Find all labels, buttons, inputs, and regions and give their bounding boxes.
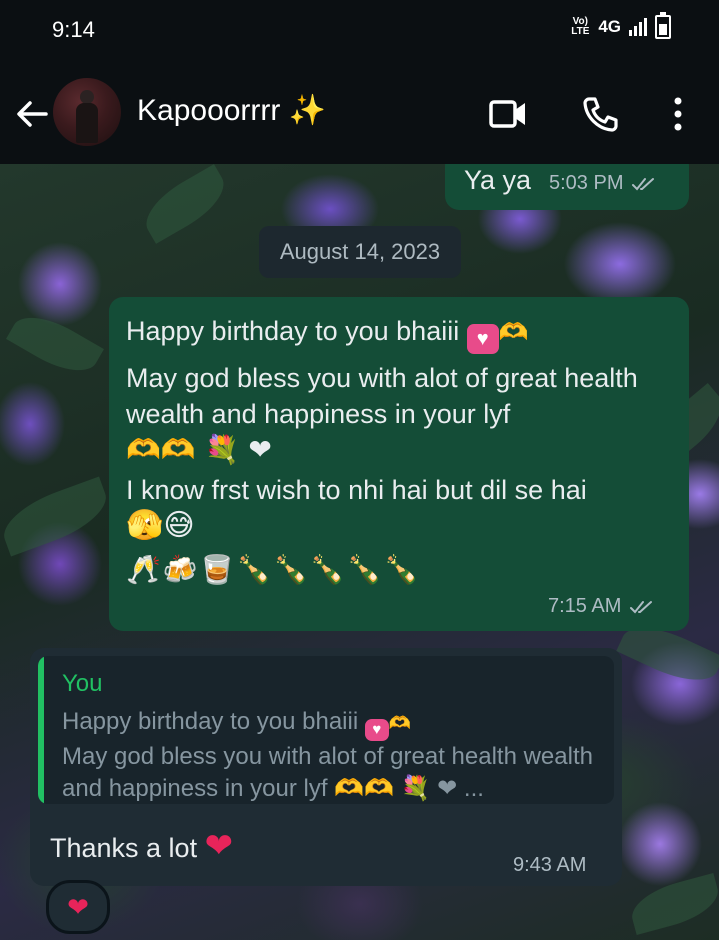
back-arrow-icon xyxy=(17,101,48,127)
quote-line: May god bless you with alot of great hea… xyxy=(62,743,593,802)
message-meta: 5:03 PM xyxy=(549,172,661,195)
emoji-line: 🫶🫶 💐 ❤ xyxy=(126,433,272,466)
message-text: Ya ya xyxy=(464,165,532,195)
double-check-icon xyxy=(632,177,655,190)
message-time: 5:03 PM xyxy=(549,172,624,194)
message-body: Happy birthday to you bhaiii ♥ 🫶 May god … xyxy=(126,313,676,592)
phone-icon xyxy=(583,97,618,132)
contact-name[interactable]: Kapooorrrr ✨ xyxy=(137,93,326,128)
message-bubble-outgoing[interactable]: Happy birthday to you bhaiii ♥ 🫶 May god … xyxy=(109,297,689,631)
quote-author: You xyxy=(62,670,103,697)
network-type: 4G xyxy=(598,17,621,36)
quote-text: Happy birthday to you bhaiii ♥ 🫶 May god … xyxy=(62,706,602,804)
avatar[interactable] xyxy=(53,78,121,146)
more-options-icon xyxy=(674,97,682,131)
quote-bar xyxy=(38,656,44,804)
battery-icon xyxy=(655,12,671,39)
heart-box-emoji: ♥ xyxy=(466,324,499,354)
date-separator: August 14, 2023 xyxy=(259,226,461,278)
chat-area[interactable]: Ya ya 5:03 PM August 14, 2023 Happy birt… xyxy=(0,164,719,940)
video-call-icon xyxy=(489,100,525,128)
message-line: I know frst wish to nhi hai but dil se h… xyxy=(126,475,587,505)
volte-icon: Vo) LTE xyxy=(571,16,590,37)
video-call-button[interactable] xyxy=(486,92,530,136)
emoji-line: 🥂🍻🥃🍾🍾🍾🍾🍾 xyxy=(126,553,421,586)
message-time: 9:43 AM xyxy=(513,854,587,876)
quoted-message[interactable]: You Happy birthday to you bhaiii ♥ 🫶 May … xyxy=(38,656,614,804)
wallpaper-leaf xyxy=(0,476,115,557)
quote-emoji: 🫶🫶 💐 ❤ ... xyxy=(334,775,484,802)
emoji-line: 🫣😅 xyxy=(126,508,195,543)
back-button[interactable] xyxy=(12,94,52,134)
heart-hands-emoji: 🫶 xyxy=(388,713,412,733)
message-text: Happy birthday to you bhaiii xyxy=(126,316,460,346)
message-text: Thanks a lot xyxy=(50,833,198,863)
voice-call-button[interactable] xyxy=(578,92,622,136)
wallpaper-leaf xyxy=(626,873,719,935)
chat-header: Kapooorrrr ✨ xyxy=(0,62,719,164)
message-bubble-outgoing[interactable]: Ya ya 5:03 PM xyxy=(445,164,689,210)
message-meta: 7:15 AM xyxy=(548,595,659,618)
message-meta: 9:43 AM xyxy=(513,854,586,877)
message-line: Happy birthday to you bhaiii ♥ 🫶 xyxy=(126,313,676,354)
wallpaper-leaf xyxy=(136,164,234,244)
heart-emoji: ❤ xyxy=(204,827,234,865)
more-options-button[interactable] xyxy=(656,92,700,136)
message-line: May god bless you with alot of great hea… xyxy=(126,363,638,429)
double-check-icon xyxy=(630,600,653,613)
message-time: 7:15 AM xyxy=(548,595,622,617)
status-icons: Vo) LTE 4G xyxy=(570,12,671,39)
quote-line: Happy birthday to you bhaiii xyxy=(62,708,359,735)
heart-box-emoji: ♥ xyxy=(364,719,389,741)
wallpaper-leaf xyxy=(6,304,104,384)
reaction-badge[interactable]: ❤ xyxy=(46,880,110,934)
message-text-row: Thanks a lot ❤ xyxy=(50,828,233,866)
status-bar: 9:14 Vo) LTE 4G xyxy=(0,0,719,62)
signal-icon xyxy=(629,18,647,36)
heart-hands-emoji: 🫶 xyxy=(498,319,529,346)
status-time: 9:14 xyxy=(52,17,95,42)
